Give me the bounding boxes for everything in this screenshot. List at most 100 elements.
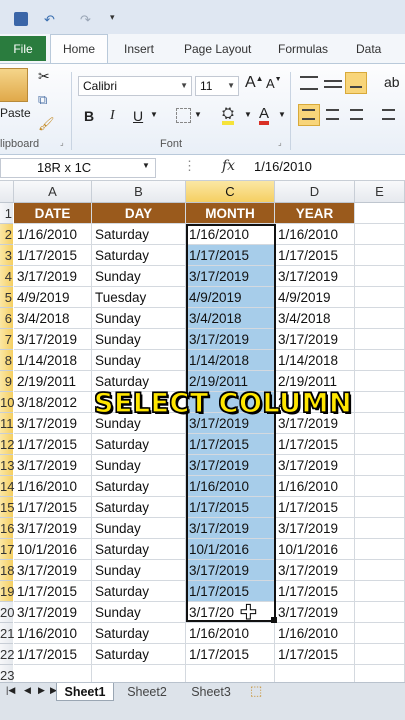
cell[interactable] [355,602,405,623]
insert-sheet-icon[interactable]: ⬚ [250,683,262,699]
cell[interactable]: 3/17/2019 [275,602,355,623]
row-header[interactable]: 15 [0,497,14,518]
font-launcher-icon[interactable]: ⌟ [278,138,282,147]
cell[interactable]: 1/17/2015 [275,245,355,266]
cell[interactable]: Sunday [92,266,186,287]
cell[interactable]: Saturday [92,476,186,497]
sheet-tab-sheet2[interactable]: Sheet2 [118,683,176,701]
cell[interactable]: 1/16/2010 [275,224,355,245]
cell[interactable]: 4/9/2019 [14,287,92,308]
cell[interactable]: 1/16/2010 [275,476,355,497]
cell[interactable]: 1/17/2015 [186,644,275,665]
cell[interactable]: 1/17/2015 [186,581,275,602]
italic-button[interactable]: I [110,108,115,124]
row-header[interactable]: 1 [0,203,13,224]
cell[interactable]: 3/4/2018 [14,308,92,329]
cell[interactable] [355,497,405,518]
header-cell[interactable]: YEAR [275,203,355,224]
font-size-select[interactable]: 11 ▼ [195,76,239,96]
cell[interactable]: 1/17/2015 [275,644,355,665]
cell[interactable]: 1/14/2018 [275,350,355,371]
cell[interactable] [355,518,405,539]
cell[interactable] [355,203,405,224]
cell[interactable]: 3/17/2019 [275,266,355,287]
row-header[interactable]: 8 [0,350,13,371]
cell[interactable]: 1/17/2015 [275,434,355,455]
paste-button[interactable]: Paste [0,106,31,120]
header-cell[interactable]: DATE [14,203,92,224]
bold-button[interactable]: B [84,108,94,124]
shrink-font-button[interactable]: A▼ [266,76,282,91]
cell[interactable] [355,455,405,476]
undo-icon[interactable]: ↶ [44,12,58,27]
cell[interactable]: Saturday [92,581,186,602]
column-header-a[interactable]: A [14,181,92,202]
fill-color-icon[interactable]: ⛭ [222,106,235,125]
row-header[interactable]: 10 [0,392,14,413]
cell[interactable] [355,476,405,497]
column-header-e[interactable]: E [355,181,405,202]
cell[interactable]: Saturday [92,623,186,644]
cell[interactable]: 1/17/2015 [186,434,275,455]
cell[interactable] [355,224,405,245]
middle-align-icon[interactable] [324,80,342,88]
tab-file[interactable]: File [0,36,46,61]
orientation-icon[interactable]: ab [384,74,400,90]
cell[interactable]: 1/17/2015 [275,497,355,518]
cell[interactable] [355,371,405,392]
font-name-select[interactable]: Calibri ▼ [78,76,192,96]
insert-function-button[interactable]: fx [222,158,235,174]
cell[interactable] [355,245,405,266]
cell[interactable]: 3/4/2018 [275,308,355,329]
cell[interactable]: 1/14/2018 [14,350,92,371]
cell[interactable]: 3/17/2019 [275,560,355,581]
cell[interactable]: 10/1/2016 [186,539,275,560]
row-header[interactable]: 3 [0,245,13,266]
cell[interactable]: 1/17/2015 [186,245,275,266]
tab-page-layout[interactable]: Page Layout [184,42,251,56]
cell[interactable]: 3/18/2012 [14,392,92,413]
chevron-down-icon[interactable]: ▼ [194,110,202,119]
cell[interactable]: 1/16/2010 [14,623,92,644]
align-right-icon[interactable] [350,109,363,120]
borders-icon[interactable] [176,108,191,123]
cell[interactable]: 1/16/2010 [275,623,355,644]
cell[interactable]: 1/16/2010 [186,476,275,497]
chevron-down-icon[interactable]: ▼ [142,161,150,170]
cell[interactable]: 10/1/2016 [275,539,355,560]
cell[interactable]: 3/4/2018 [186,308,275,329]
cell[interactable]: 3/17/2019 [186,560,275,581]
cell[interactable]: 3/17/2019 [14,329,92,350]
row-header[interactable]: 5 [0,287,13,308]
cell[interactable]: 3/17/2019 [186,455,275,476]
sheet-tab-sheet1[interactable]: Sheet1 [56,683,114,701]
row-header[interactable]: 20 [0,602,14,623]
select-all-corner[interactable] [0,181,14,202]
column-header-c[interactable]: C [186,181,275,202]
cell[interactable]: 3/17/2019 [275,329,355,350]
cell[interactable]: 3/17/2019 [186,518,275,539]
paste-icon[interactable] [0,68,28,102]
cell[interactable]: 1/14/2018 [186,350,275,371]
cell[interactable] [355,266,405,287]
cell[interactable]: 3/17/2019 [275,518,355,539]
header-cell[interactable]: DAY [92,203,186,224]
underline-button[interactable]: U [133,108,143,124]
row-header[interactable]: 9 [0,371,13,392]
font-color-button[interactable]: A [259,106,270,125]
cell[interactable]: 3/17/2019 [14,413,92,434]
align-center-icon[interactable] [326,109,339,120]
cell[interactable]: Saturday [92,434,186,455]
cell[interactable]: 3/17/2019 [14,560,92,581]
row-header[interactable]: 18 [0,560,14,581]
cut-icon[interactable]: ✂ [38,68,50,85]
chevron-down-icon[interactable]: ▼ [278,110,286,119]
row-header[interactable]: 19 [0,581,14,602]
tab-home[interactable]: Home [50,34,108,63]
row-header[interactable]: 14 [0,476,14,497]
cell[interactable]: 3/17/2019 [186,266,275,287]
row-header[interactable]: 2 [0,224,13,245]
cell[interactable] [355,539,405,560]
cell[interactable]: 1/17/2015 [14,497,92,518]
cell[interactable]: 1/17/2015 [14,581,92,602]
